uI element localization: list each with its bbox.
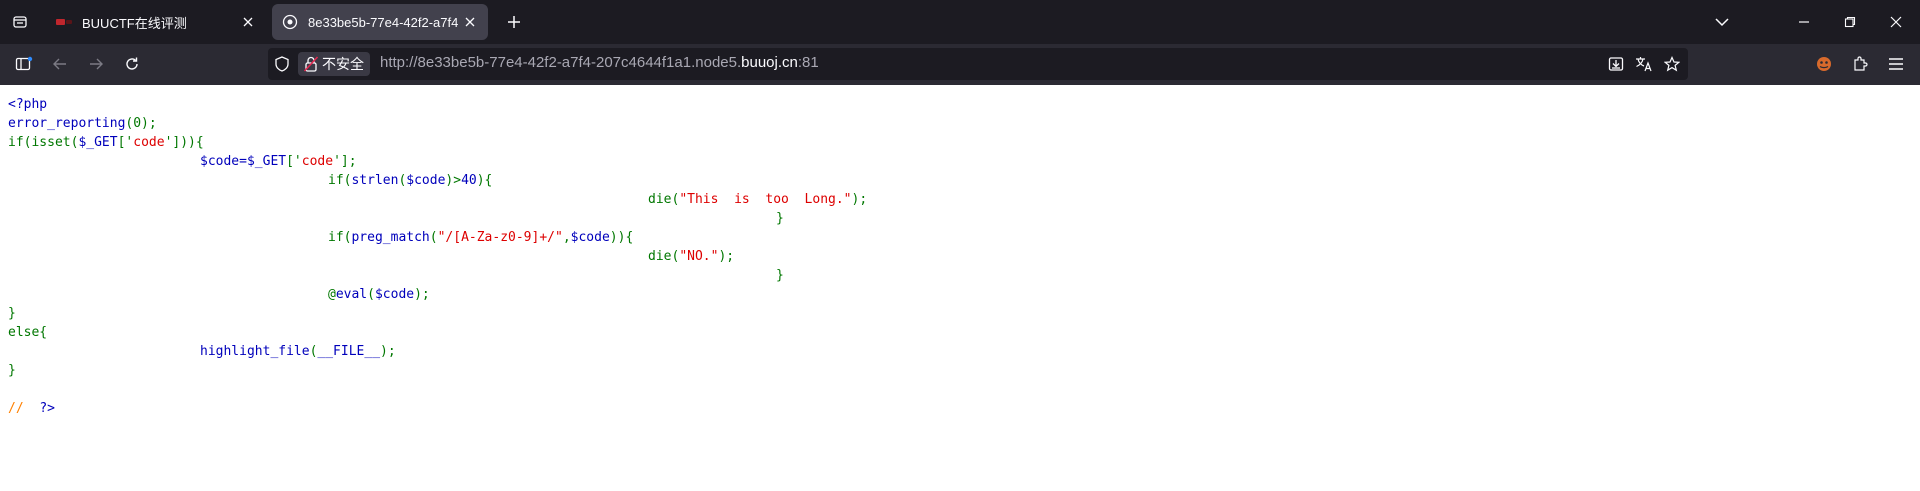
code-line: if(strlen($code)>40){ — [328, 171, 492, 190]
security-label: 不安全 — [322, 56, 364, 72]
code-token: )){ — [609, 230, 634, 245]
code-line: @eval($code); — [328, 285, 430, 304]
code-token: ); — [851, 192, 868, 207]
code-token: ); — [414, 287, 430, 302]
code-token: , — [562, 230, 571, 245]
code-token: if( — [328, 230, 352, 245]
code-token: die( — [648, 192, 680, 207]
close-icon[interactable] — [458, 10, 482, 34]
minimize-icon[interactable] — [1790, 8, 1818, 36]
code-token: ); — [718, 249, 735, 264]
forward-icon[interactable] — [82, 50, 110, 78]
tab-title: BUUCTF在线评测 — [82, 15, 187, 31]
tab-list-icon[interactable] — [6, 8, 34, 36]
code-token: ']; — [333, 154, 357, 169]
code-token: [' — [117, 135, 134, 150]
code-line: } — [776, 266, 784, 285]
tab-buuctf[interactable]: BUUCTF在线评测 — [46, 4, 266, 40]
code-token: } — [776, 268, 784, 283]
code-token: $code=$_GET — [200, 154, 287, 169]
code-token: eval — [335, 287, 368, 302]
code-token: 40 — [461, 173, 477, 188]
code-token: $_GET — [78, 135, 118, 150]
sidebar-icon[interactable] — [10, 50, 38, 78]
code-token: // — [8, 401, 24, 416]
back-icon[interactable] — [46, 50, 74, 78]
url-text[interactable]: http://8e33be5b-77e4-42f2-a7f4-207c4644f… — [380, 54, 819, 71]
code-token: @ — [328, 287, 336, 302]
reload-icon[interactable] — [118, 50, 146, 78]
tab-challenge[interactable]: 8e33be5b-77e4-42f2-a7f4-207c4644f1a1.nod… — [272, 4, 488, 40]
code-token: "/[A-Za-z0-9]+/" — [437, 230, 563, 245]
code-line: // ?> — [8, 399, 55, 418]
translate-icon[interactable] — [1630, 50, 1658, 78]
code-token: '])){ — [164, 135, 204, 150]
code-token: ?> — [39, 401, 55, 416]
buuctf-favicon-icon — [56, 14, 72, 30]
code-token: ( — [367, 287, 375, 302]
code-token: ){ — [476, 173, 493, 188]
code-token: ( — [429, 230, 438, 245]
star-icon[interactable] — [1658, 50, 1686, 78]
code-token: __FILE__ — [317, 344, 381, 359]
code-token: code — [301, 154, 334, 169]
code-token: } — [8, 306, 16, 321]
code-line: } — [8, 361, 16, 380]
code-token: $code — [406, 173, 446, 188]
security-indicator[interactable]: 不安全 — [298, 52, 370, 76]
code-token: preg_match — [351, 230, 430, 245]
lock-insecure-icon — [304, 56, 318, 72]
new-tab-icon[interactable] — [500, 8, 528, 36]
code-token: <?php — [8, 97, 48, 112]
url-host: buuoj.cn — [741, 54, 798, 71]
code-line: else{ — [8, 323, 47, 342]
code-token: error_reporting — [8, 116, 126, 131]
code-token: } — [776, 211, 784, 226]
code-line: if(isset($_GET['code'])){ — [8, 133, 204, 152]
tab-title: 8e33be5b-77e4-42f2-a7f4-207c4644f1a1.nod… — [308, 14, 458, 30]
code-token: if( — [328, 173, 352, 188]
code-token: highlight_file — [200, 344, 310, 359]
extension-avatar-icon[interactable] — [1810, 50, 1838, 78]
code-token: die( — [648, 249, 680, 264]
menu-icon[interactable] — [1882, 50, 1910, 78]
code-token: (0); — [125, 116, 157, 131]
url-port: :81 — [797, 54, 819, 71]
code-line: highlight_file(__FILE__); — [200, 342, 396, 361]
code-line: error_reporting(0); — [8, 114, 157, 133]
code-line: if(preg_match("/[A-Za-z0-9]+/",$code)){ — [328, 228, 633, 247]
code-token: "This is too Long." — [679, 192, 852, 207]
code-line: die("NO."); — [648, 247, 734, 266]
code-token: "NO." — [679, 249, 719, 264]
code-token: $code — [570, 230, 610, 245]
restore-icon[interactable] — [1836, 8, 1864, 36]
code-line: } — [8, 304, 16, 323]
code-token: )> — [445, 173, 462, 188]
download-page-icon[interactable] — [1602, 50, 1630, 78]
extensions-icon[interactable] — [1846, 50, 1874, 78]
code-token: strlen — [351, 173, 399, 188]
code-line: } — [776, 209, 784, 228]
globe-favicon-icon — [282, 14, 298, 30]
code-token: $code — [374, 287, 415, 302]
window-close-icon[interactable] — [1882, 8, 1910, 36]
code-token: if(isset( — [8, 135, 79, 150]
code-line: <?php — [8, 95, 47, 114]
close-icon[interactable] — [236, 10, 260, 34]
code-token: } — [8, 363, 16, 378]
code-line: die("This is too Long."); — [648, 190, 867, 209]
code-line: $code=$_GET['code']; — [200, 152, 357, 171]
code-token: else{ — [8, 325, 48, 340]
php-source-code: <?php error_reporting(0); if(isset($_GET… — [0, 85, 1920, 491]
tab-bar: BUUCTF在线评测 8e33be5b-77e4-42f2-a7f4-207c4… — [0, 0, 1920, 44]
code-token: code — [133, 135, 165, 150]
code-token: ); — [380, 344, 396, 359]
shield-icon[interactable] — [268, 50, 296, 78]
list-all-tabs-icon[interactable] — [1708, 8, 1736, 36]
url-prefix: http://8e33be5b-77e4-42f2-a7f4-207c4644f… — [380, 54, 742, 71]
code-token: [' — [286, 154, 302, 169]
